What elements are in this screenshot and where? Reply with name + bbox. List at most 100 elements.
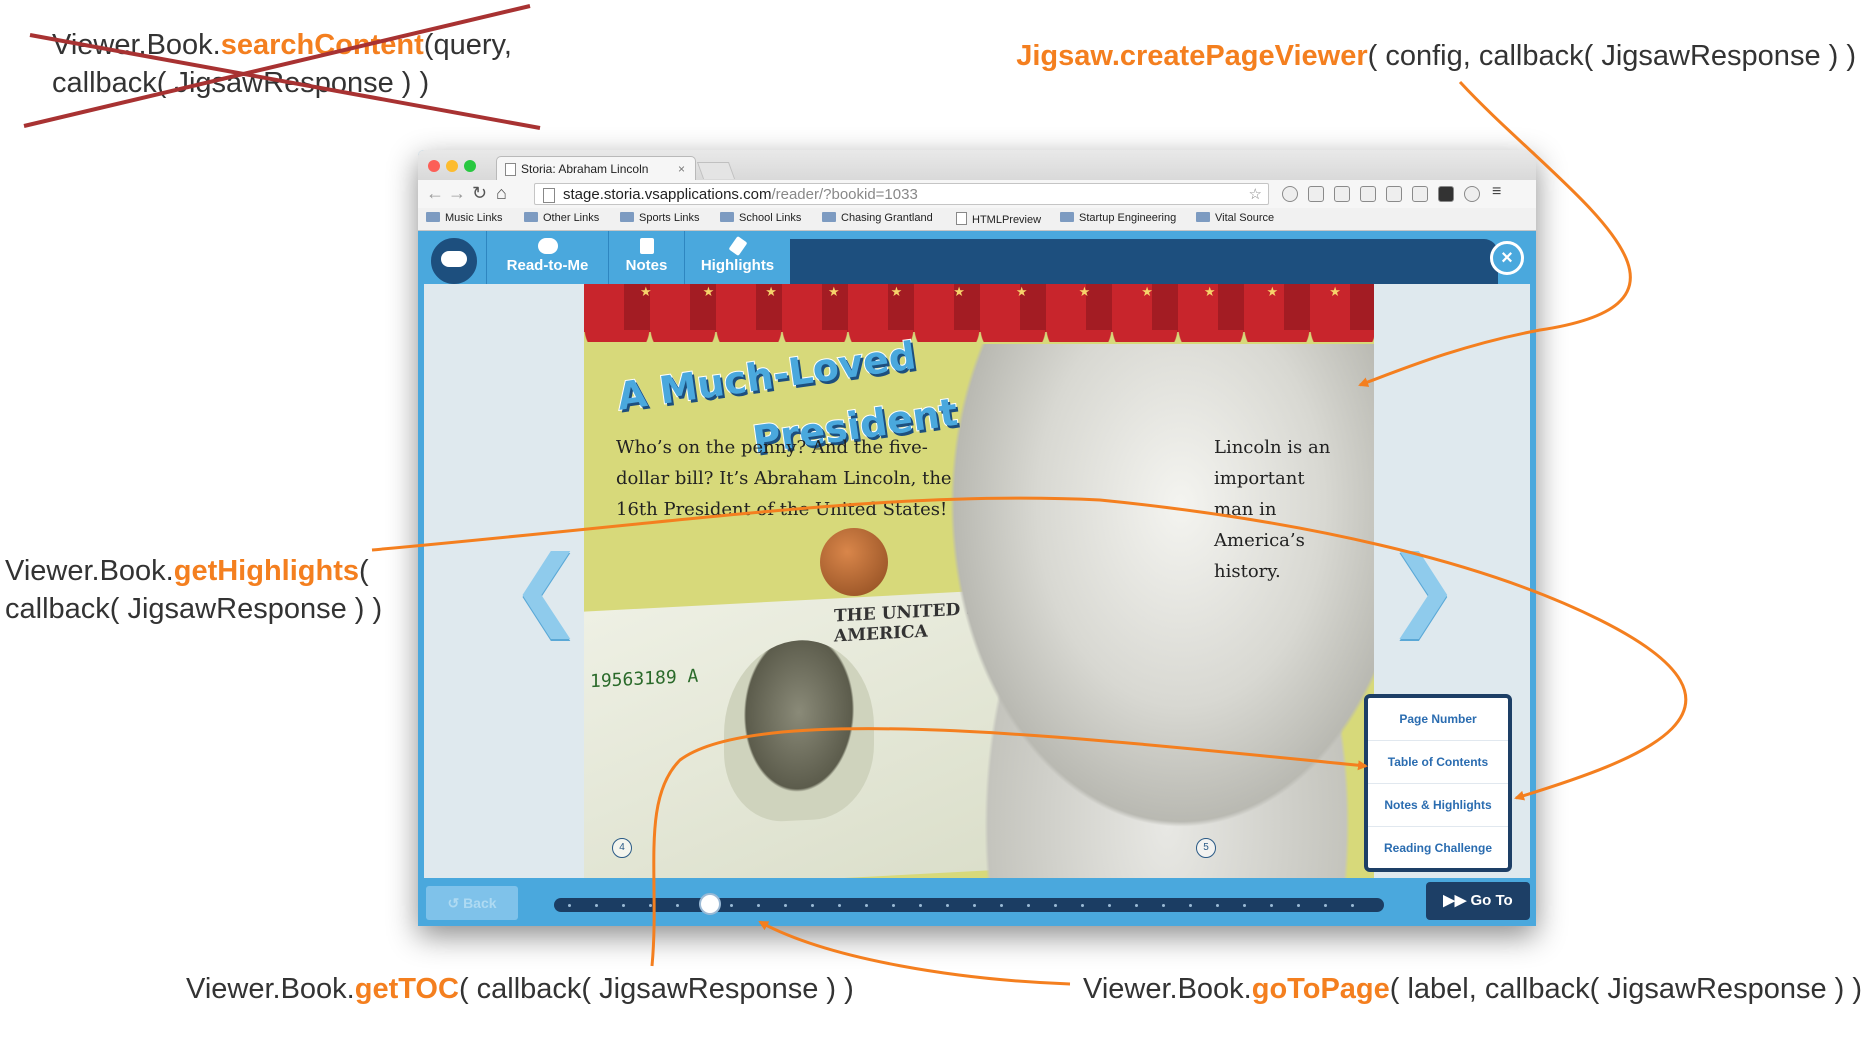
previous-page-arrow-icon[interactable]: ❮ — [510, 536, 584, 639]
slider-tick — [1243, 904, 1246, 907]
bookmark-item[interactable]: HTMLPreview — [956, 212, 1041, 226]
slider-tick — [568, 904, 571, 907]
bookmark-label: Vital Source — [1215, 212, 1275, 224]
slider-thumb[interactable] — [699, 893, 721, 915]
back-arrow-icon[interactable]: ← — [426, 183, 444, 204]
menu-icon[interactable]: ≡ — [1492, 183, 1501, 201]
slider-tick — [865, 904, 868, 907]
folder-icon — [426, 212, 440, 222]
slider-tick — [946, 904, 949, 907]
annotation-args: ( label, callback( JigsawResponse ) ) — [1389, 973, 1863, 1005]
slider-tick — [1324, 904, 1327, 907]
bookmark-item[interactable]: School Links — [720, 212, 801, 224]
menu-item-page-number[interactable]: Page Number — [1368, 698, 1508, 741]
home-icon[interactable]: ⌂ — [496, 183, 507, 204]
annotation-prefix: Viewer.Book. — [52, 29, 221, 61]
annotation-search-content: Viewer.Book.searchContent(query, callbac… — [52, 26, 512, 102]
slider-tick — [1189, 904, 1192, 907]
extension-icon[interactable] — [1438, 186, 1454, 202]
slider-tick — [649, 904, 652, 907]
header-bar — [790, 239, 1498, 284]
menu-item-table-of-contents[interactable]: Table of Contents — [1368, 741, 1508, 784]
bookmark-label: Startup Engineering — [1079, 212, 1177, 224]
browser-tab[interactable]: Storia: Abraham Lincoln × — [496, 156, 696, 180]
highlights-button[interactable]: Highlights — [684, 231, 790, 284]
bookmark-item[interactable]: Startup Engineering — [1060, 212, 1176, 224]
storia-logo[interactable] — [428, 235, 480, 287]
menu-item-reading-challenge[interactable]: Reading Challenge — [1368, 827, 1508, 869]
slider-tick — [838, 904, 841, 907]
slider-tick — [1135, 904, 1138, 907]
annotation-prefix: Viewer.Book. — [5, 555, 174, 587]
bill-serial: 19563189 A — [590, 665, 699, 693]
bookmark-label: Music Links — [445, 212, 503, 224]
go-to-button[interactable]: ▶▶ Go To — [1426, 882, 1530, 920]
highlighter-icon — [727, 236, 748, 256]
slider-tick — [1216, 904, 1219, 907]
bookmark-item[interactable]: Chasing Grantland — [822, 212, 933, 224]
folder-icon — [1196, 212, 1210, 222]
address-bar[interactable]: stage.storia.vsapplications.com/reader/?… — [534, 183, 1269, 205]
folder-icon — [1060, 212, 1074, 222]
book-text-left: Who’s on the penny? And the five-dollar … — [616, 437, 952, 520]
speech-bubble-icon — [537, 238, 558, 254]
extension-icon[interactable] — [1308, 186, 1324, 202]
menu-item-notes-highlights[interactable]: Notes & Highlights — [1368, 784, 1508, 827]
slider-tick — [757, 904, 760, 907]
slider-tick — [676, 904, 679, 907]
pocket-icon[interactable] — [1464, 186, 1480, 202]
extension-icon[interactable] — [1334, 186, 1350, 202]
lincoln-memorial-image — [914, 344, 1374, 878]
annotation-function: goToPage — [1251, 973, 1390, 1005]
page-icon — [505, 163, 516, 176]
tab-close-icon[interactable]: × — [678, 157, 685, 181]
slider-tick — [622, 904, 625, 907]
read-to-me-label: Read-to-Me — [506, 257, 589, 274]
read-to-me-button[interactable]: Read-to-Me — [486, 231, 608, 284]
page-slider[interactable] — [554, 893, 1384, 915]
bookmark-item[interactable]: Other Links — [524, 212, 599, 224]
folder-icon — [720, 212, 734, 222]
star-icon[interactable]: ☆ — [1249, 184, 1262, 206]
folder-icon — [620, 212, 634, 222]
tab-strip: Storia: Abraham Lincoln × — [418, 150, 1536, 180]
penny-image — [820, 528, 888, 596]
back-button[interactable]: ↺ Back — [426, 886, 518, 920]
reader-header: Read-to-Me Notes Highlights × — [418, 231, 1536, 287]
lincoln-portrait — [724, 636, 874, 825]
slider-tick — [1351, 904, 1354, 907]
browser-toolbar: ← → ↻ ⌂ stage.storia.vsapplications.com/… — [418, 180, 1536, 208]
slider-tick — [1297, 904, 1300, 907]
slider-tick — [1162, 904, 1165, 907]
forward-arrow-icon[interactable]: → — [448, 183, 466, 204]
folder-icon — [822, 212, 836, 222]
zoom-window-button[interactable] — [464, 160, 476, 172]
slider-tick — [1081, 904, 1084, 907]
bookmark-item[interactable]: Music Links — [426, 212, 502, 224]
bookmark-item[interactable]: Vital Source — [1196, 212, 1274, 224]
close-reader-button[interactable]: × — [1490, 241, 1524, 275]
slider-tick — [595, 904, 598, 907]
extension-icon[interactable] — [1360, 186, 1376, 202]
slider-tick — [784, 904, 787, 907]
slider-tick — [1000, 904, 1003, 907]
annotation-get-highlights: Viewer.Book.getHighlights( callback( Jig… — [5, 552, 382, 628]
annotation-prefix: Viewer.Book. — [186, 973, 355, 1005]
page-number-right: 5 — [1196, 838, 1216, 858]
page-icon — [956, 212, 967, 225]
minimize-window-button[interactable] — [446, 160, 458, 172]
annotation-args: ( config, callback( JigsawResponse ) ) — [1367, 40, 1856, 72]
slider-tick — [973, 904, 976, 907]
annotation-get-toc: Viewer.Book.getTOC( callback( JigsawResp… — [186, 970, 854, 1008]
close-window-button[interactable] — [428, 160, 440, 172]
annotation-args-line2: callback( JigsawResponse ) ) — [5, 593, 383, 625]
new-tab-button[interactable] — [696, 162, 736, 179]
extension-icon[interactable] — [1282, 186, 1298, 202]
cast-icon[interactable] — [1412, 186, 1428, 202]
notes-icon — [639, 238, 654, 254]
notes-button[interactable]: Notes — [608, 231, 684, 284]
reload-icon[interactable]: ↻ — [472, 183, 487, 204]
next-page-arrow-icon[interactable]: ❯ — [1386, 536, 1460, 639]
extension-icon[interactable] — [1386, 186, 1402, 202]
bookmark-item[interactable]: Sports Links — [620, 212, 700, 224]
